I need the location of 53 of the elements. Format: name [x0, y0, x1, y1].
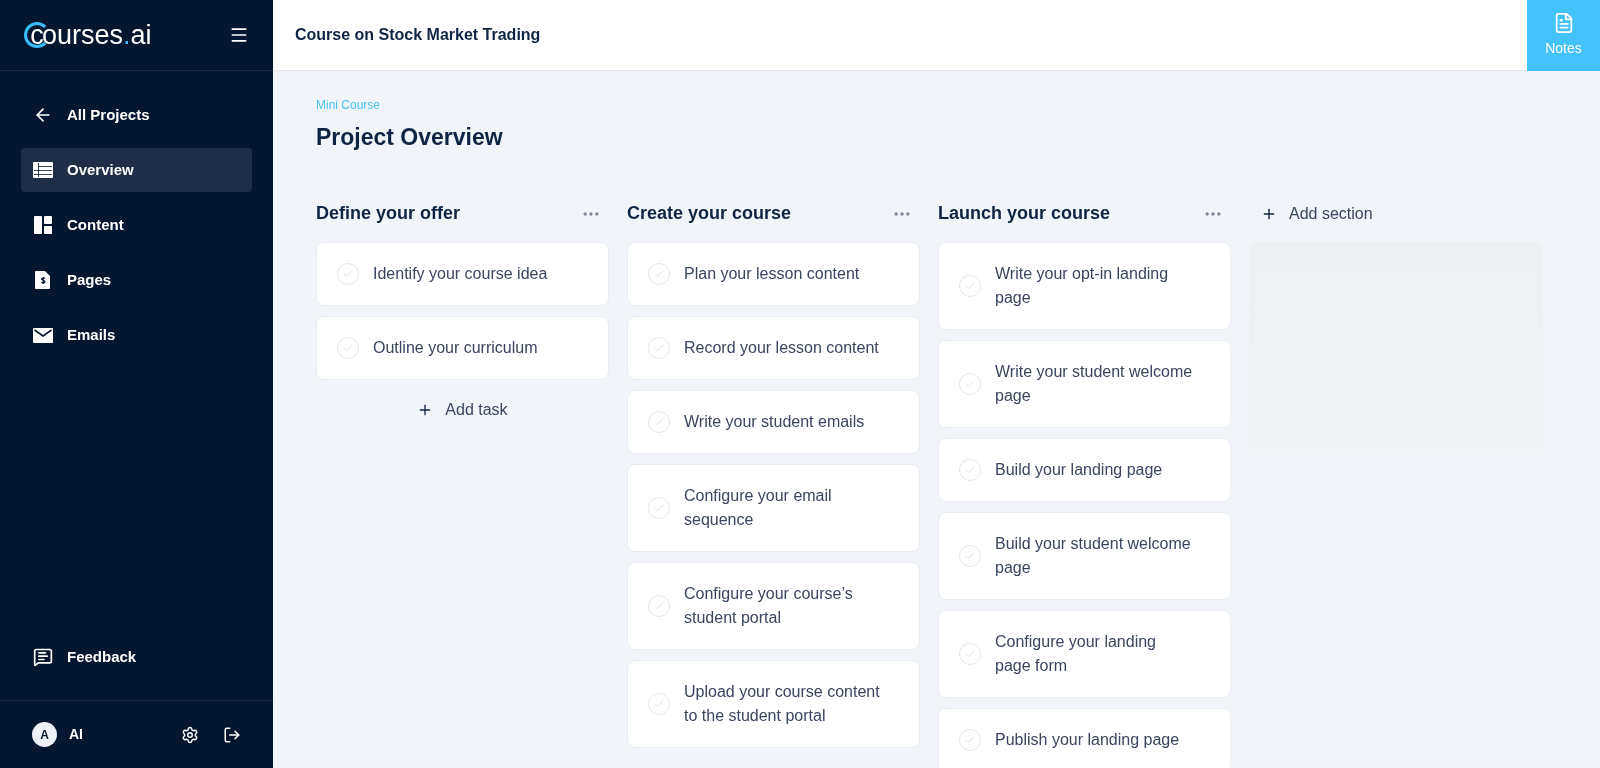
add-section-button[interactable]: Add section [1261, 198, 1373, 229]
task-card[interactable]: Plan your lesson content [627, 241, 920, 306]
breadcrumb: Mini Course [316, 97, 382, 114]
logout-icon[interactable] [223, 725, 241, 744]
sidebar-item[interactable]: Pages [21, 258, 252, 302]
sidebar-item[interactable]: Emails [21, 313, 252, 357]
table-icon [33, 162, 53, 178]
task-card[interactable]: Record your lesson content [627, 315, 920, 380]
task-label: Write your student welcome page [995, 361, 1194, 406]
settings-icon[interactable] [181, 725, 199, 744]
task-card[interactable]: Publish your landing page [938, 707, 1231, 768]
user-name: AI [69, 725, 83, 744]
task-card[interactable]: Write your opt-in landing page [938, 241, 1231, 330]
task-card[interactable]: Build your landing page [938, 437, 1231, 502]
task-label: Publish your landing page [995, 729, 1180, 750]
task-card[interactable]: Configure your landing page form [938, 609, 1231, 698]
task-card[interactable]: Identify your course idea [316, 241, 609, 306]
avatar[interactable]: A [32, 722, 57, 747]
task-label: Plan your lesson content [684, 263, 860, 284]
task-label: Write your opt-in landing page [995, 263, 1170, 308]
mail-icon [33, 327, 53, 343]
task-label: Build your landing page [995, 459, 1163, 480]
task-card[interactable]: Build your student welcome page [938, 511, 1231, 600]
task-label: Upload your course content to the student portal [684, 681, 881, 726]
chat-icon [33, 647, 53, 667]
sidebar-item[interactable]: Overview [21, 148, 252, 192]
section-title: Define your offer [316, 202, 461, 225]
section-title: Create your course [627, 202, 792, 225]
task-label: Write your student emails [684, 411, 865, 432]
feedback-link[interactable]: Feedback [21, 635, 252, 679]
back-link[interactable]: All Projects [21, 93, 252, 137]
section-title: Launch your course [938, 202, 1111, 225]
task-card[interactable]: Outline your curriculum [316, 315, 609, 380]
task-label: Configure your course’s student portal [684, 583, 854, 628]
logo[interactable]: courses.ai [24, 21, 152, 49]
task-label: Outline your curriculum [373, 337, 538, 358]
task-card[interactable]: Write your student welcome page [938, 339, 1231, 428]
task-label: Build your student welcome page [995, 533, 1192, 578]
task-card[interactable]: Upload your course content to the student portal [627, 659, 920, 748]
dollar-page-icon [35, 271, 51, 289]
task-label: Configure your landing page form [995, 631, 1157, 676]
course-title: Course on Stock Market Trading [295, 25, 541, 45]
task-card[interactable]: Configure your course’s student portal [627, 561, 920, 650]
task-label: Configure your email sequence [684, 485, 833, 530]
sidebar-item[interactable]: Content [21, 203, 252, 247]
page-title: Project Overview [316, 123, 504, 152]
add-task-button[interactable]: Add task [417, 397, 508, 422]
menu-icon[interactable] [229, 25, 249, 45]
task-label: Identify your course idea [373, 263, 548, 284]
layout-icon [34, 216, 52, 234]
task-card[interactable]: Configure your email sequence [627, 463, 920, 552]
task-card[interactable]: Write your student emails [627, 389, 920, 454]
task-label: Record your lesson content [684, 337, 879, 358]
